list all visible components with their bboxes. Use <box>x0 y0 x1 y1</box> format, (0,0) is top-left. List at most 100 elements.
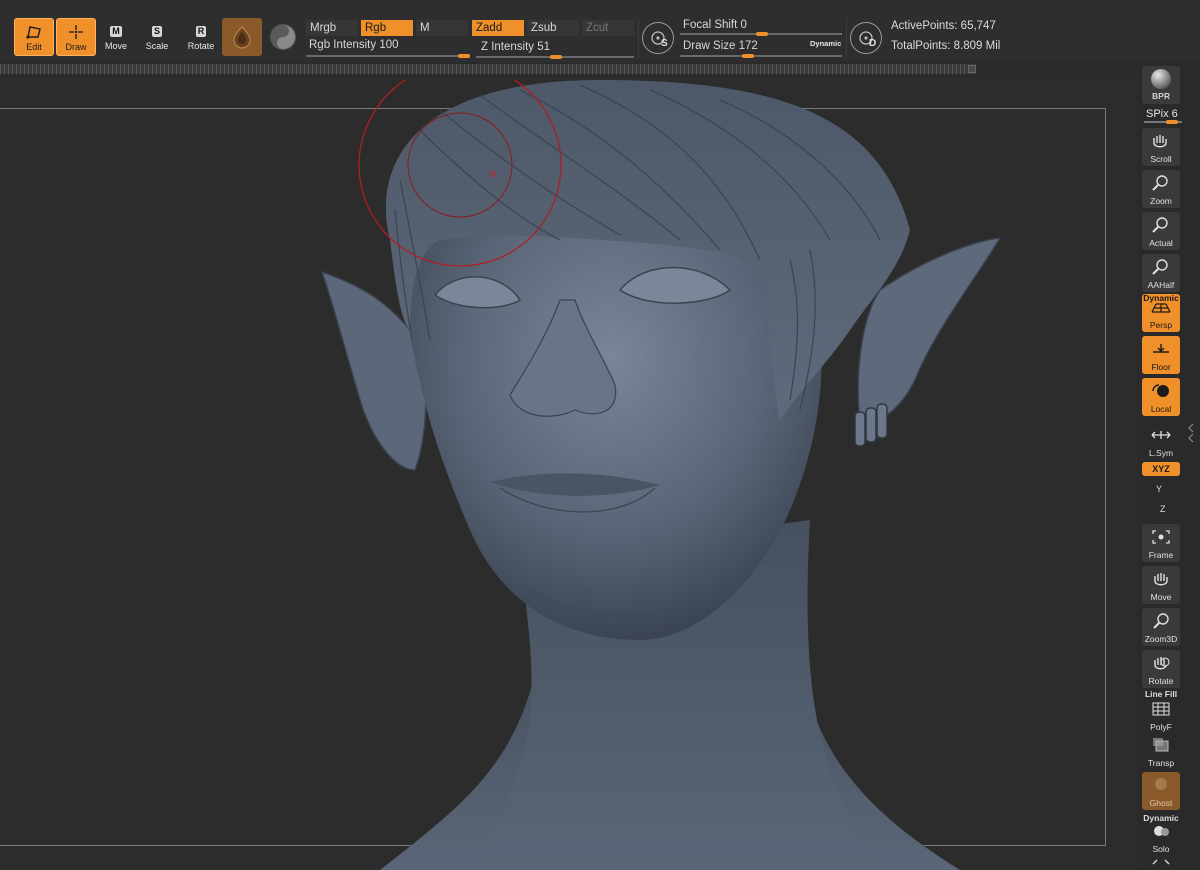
polyf-label: PolyF <box>1150 722 1172 732</box>
dynamic-toggle[interactable]: Dynamic <box>810 39 841 48</box>
aahalf-icon <box>1152 259 1168 275</box>
top-toolbar: Edit Draw M Move S Scale R Rotate Mrgb R… <box>0 0 1200 62</box>
m-toggle[interactable]: M <box>416 20 468 36</box>
zoom3d-icon <box>1153 613 1169 629</box>
scroll-button[interactable]: Scroll <box>1142 128 1180 166</box>
z-intensity-label: Z Intensity 51 <box>481 41 551 53</box>
aahalf-label: AAHalf <box>1147 280 1175 290</box>
solo-button[interactable]: Solo <box>1142 818 1180 856</box>
zsub-toggle[interactable]: Zsub <box>527 20 579 36</box>
local-button[interactable]: Local <box>1142 378 1180 416</box>
rotate-icon: R <box>190 21 212 41</box>
spix-label: SPix 6 <box>1146 108 1178 120</box>
move-hand-icon <box>1154 573 1168 586</box>
zoom-label: Zoom <box>1150 196 1172 206</box>
actual-button[interactable]: Actual <box>1142 212 1180 250</box>
mrgb-toggle[interactable]: Mrgb <box>306 20 358 36</box>
lsym-label: L.Sym <box>1148 448 1174 458</box>
document-canvas[interactable] <box>0 80 1138 870</box>
rotate3d-button[interactable]: Rotate <box>1142 650 1180 688</box>
xyz-label: XYZ <box>1152 464 1170 474</box>
draw-icon <box>65 22 87 42</box>
shelf-collapse-icon[interactable] <box>1186 420 1196 444</box>
z-rotate-button[interactable]: Z <box>1160 504 1166 514</box>
draw-button[interactable]: Draw <box>56 18 96 56</box>
local-icon <box>1152 384 1169 397</box>
rgb-intensity-knob[interactable] <box>458 54 470 58</box>
scale-button[interactable]: S Scale <box>137 18 177 56</box>
draw-size-slider[interactable] <box>680 55 842 57</box>
y-rotate-button[interactable]: Y <box>1156 484 1162 494</box>
material-icon <box>233 26 251 49</box>
lsym-button[interactable]: L.Sym <box>1142 422 1180 460</box>
rotate-key: R <box>195 25 207 37</box>
scroll-label: Scroll <box>1150 154 1172 164</box>
move-label: Move <box>104 41 127 51</box>
ghost-label: Ghost <box>1149 798 1173 808</box>
zadd-toggle[interactable]: Zadd <box>472 20 524 36</box>
rotate3d-icon <box>1154 657 1170 670</box>
rotate-label: Rotate <box>187 41 215 51</box>
ghost-button[interactable]: Ghost <box>1142 772 1180 810</box>
draw-size-knob[interactable] <box>742 54 754 58</box>
draw-size-label: Draw Size 172 <box>683 40 758 52</box>
actual-label: Actual <box>1149 238 1173 248</box>
lazymouse-icon[interactable] <box>642 22 674 54</box>
move-key: M <box>110 25 122 37</box>
polyframe-grid-icon <box>1152 702 1170 716</box>
floor-button[interactable]: Floor <box>1142 336 1180 374</box>
floor-icon <box>1153 344 1169 353</box>
xpose-button[interactable] <box>1142 856 1180 870</box>
edit-button[interactable]: Edit <box>14 18 54 56</box>
zoom3d-button[interactable]: Zoom3D <box>1142 608 1180 646</box>
transp-button[interactable]: Transp <box>1142 732 1180 770</box>
scale-label: Scale <box>145 41 169 51</box>
draw-settings-icon[interactable] <box>850 22 882 54</box>
frame-label: Frame <box>1148 550 1174 560</box>
floor-label: Floor <box>1151 362 1171 372</box>
timeline-end-handle[interactable] <box>968 65 976 73</box>
ghost-icon <box>1155 778 1167 790</box>
bpr-sphere-icon <box>1151 69 1171 89</box>
actual-size-icon <box>1152 217 1168 233</box>
rotate3d-label: Rotate <box>1148 676 1174 686</box>
focal-shift-knob[interactable] <box>756 32 768 36</box>
move3d-button[interactable]: Move <box>1142 566 1180 604</box>
move-icon: M <box>105 21 127 41</box>
active-points: ActivePoints: 65,747 <box>891 20 996 32</box>
transparency-icon <box>1153 738 1169 752</box>
xyz-button[interactable]: XYZ <box>1142 462 1180 476</box>
expand-arrows-icon <box>1152 859 1170 865</box>
polyf-button[interactable]: PolyF <box>1142 696 1180 734</box>
bpr-label: BPR <box>1152 91 1170 101</box>
rotate-button[interactable]: R Rotate <box>181 18 221 56</box>
bpr-button[interactable]: BPR <box>1142 66 1180 104</box>
zoom3d-label: Zoom3D <box>1144 634 1178 644</box>
zcut-toggle[interactable]: Zcut <box>582 20 634 36</box>
magnifier-icon <box>1152 175 1168 191</box>
draw-settings-key: D <box>869 38 877 49</box>
lazymouse-key: S <box>661 38 668 49</box>
aahalf-button[interactable]: AAHalf <box>1142 254 1180 292</box>
hand-icon <box>1153 135 1167 148</box>
scale-key: S <box>151 25 162 37</box>
z-intensity-knob[interactable] <box>550 55 563 59</box>
spix-knob[interactable] <box>1166 120 1178 124</box>
timeline-bar[interactable] <box>0 64 976 74</box>
zoom-button[interactable]: Zoom <box>1142 170 1180 208</box>
right-shelf: BPR SPix 6 Scroll Zoom Actual AAHalf Dyn… <box>1138 62 1200 870</box>
scale-icon: S <box>146 21 168 41</box>
frame-icon <box>1152 530 1170 544</box>
move-button[interactable]: M Move <box>96 18 136 56</box>
sculpt-model <box>320 80 1002 870</box>
symmetry-arrows-icon <box>1151 431 1171 439</box>
edit-icon <box>23 22 45 42</box>
material-swatch-button[interactable] <box>222 18 262 56</box>
rgb-toggle[interactable]: Rgb <box>361 20 413 36</box>
focal-shift-label: Focal Shift 0 <box>683 19 747 31</box>
rgb-intensity-slider[interactable] <box>306 55 470 57</box>
texture-icon[interactable] <box>270 24 296 50</box>
frame-button[interactable]: Frame <box>1142 524 1180 562</box>
persp-label: Persp <box>1149 320 1173 330</box>
local-label: Local <box>1150 404 1172 414</box>
